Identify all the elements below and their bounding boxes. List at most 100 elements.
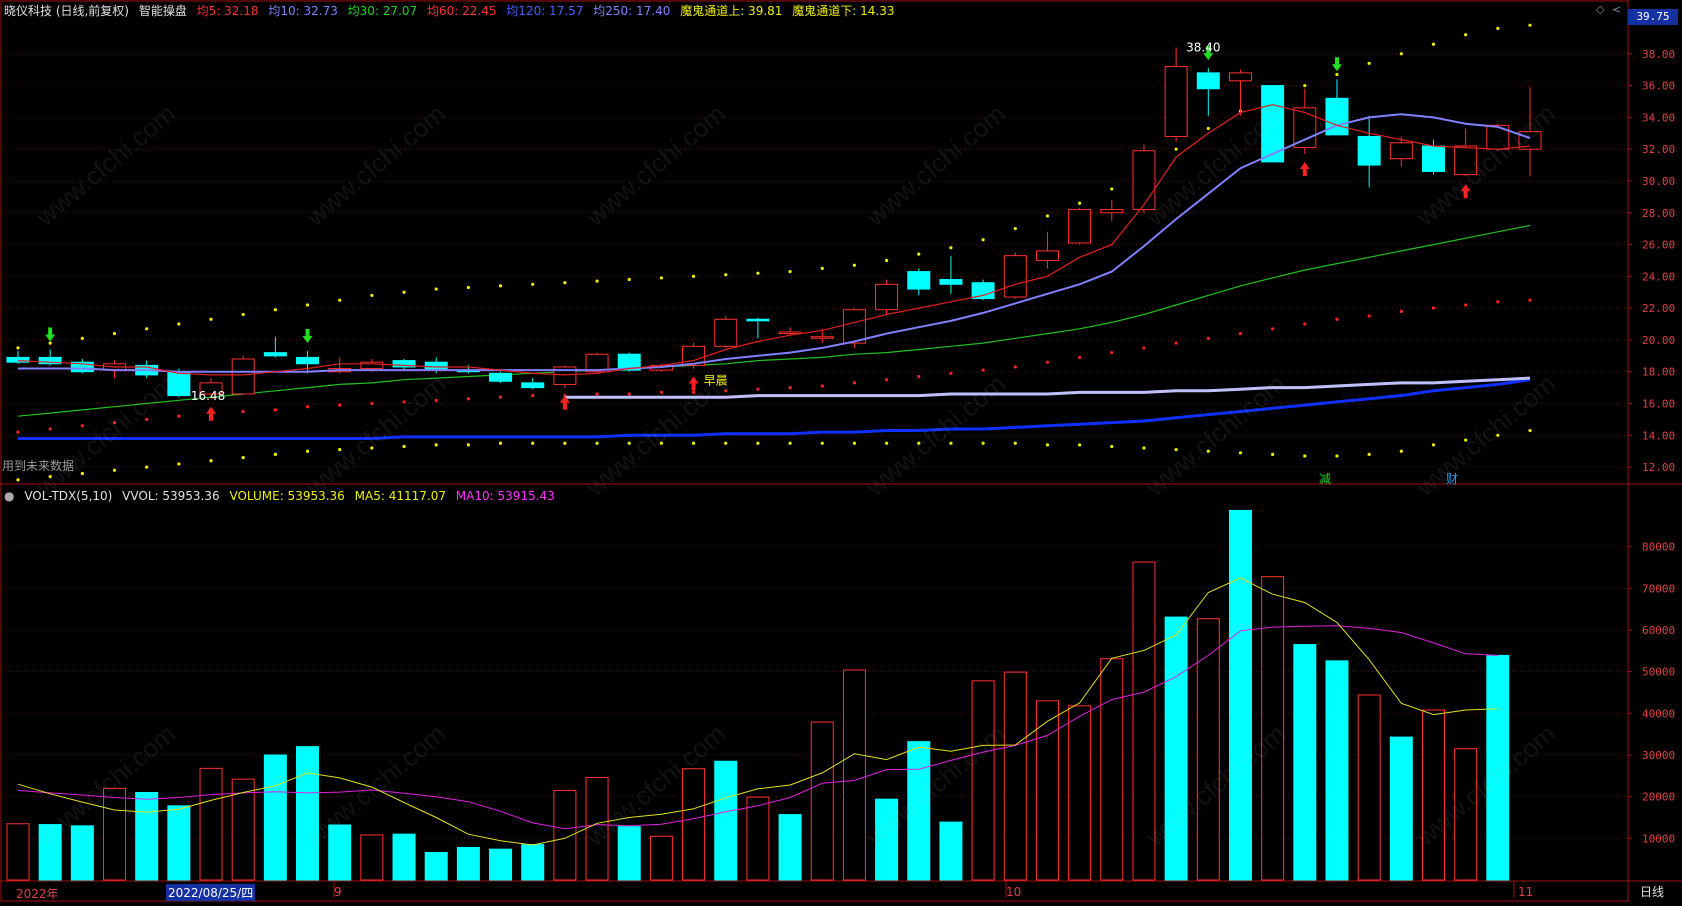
upper-channel-dot xyxy=(1013,227,1017,231)
candle-up xyxy=(1228,72,1252,82)
candle-down xyxy=(296,356,320,365)
mid-channel-dot xyxy=(241,409,245,414)
lower-channel-dot xyxy=(1496,433,1500,437)
high-price-label: 38.40 xyxy=(1186,40,1220,54)
volume-bar-up xyxy=(103,787,127,881)
indicator-name[interactable]: 智能操盘 xyxy=(139,4,187,18)
lower-channel-dot xyxy=(48,475,52,479)
candle-up xyxy=(875,283,899,311)
lower-channel-dot xyxy=(16,478,20,482)
mid-channel-dot xyxy=(691,390,696,394)
price-tick-label: 20.00 xyxy=(1642,334,1675,347)
stock-title[interactable]: 晓仪科技 (日线,前复权) xyxy=(4,4,129,18)
legend-ma120: 均120: 17.57 xyxy=(506,4,584,18)
lower-channel-dot xyxy=(177,462,181,466)
volume-tick-label: 80000 xyxy=(1642,541,1675,554)
mid-channel-dot xyxy=(756,387,760,391)
mid-channel-dot xyxy=(1399,309,1403,313)
upper-channel-dot xyxy=(981,238,985,242)
price-tick-label: 28.00 xyxy=(1642,207,1675,220)
mid-channel-dot xyxy=(917,374,921,379)
lower-channel-dot xyxy=(531,441,535,445)
volume-tick-label: 30000 xyxy=(1642,749,1675,762)
lower-channel-dot xyxy=(852,441,857,445)
lower-channel-dot xyxy=(1206,449,1210,453)
volume-bar-up xyxy=(1100,658,1124,881)
upper-channel-dot xyxy=(1335,72,1339,77)
period-daily-button[interactable]: 日线 xyxy=(1634,883,1670,900)
candle-up xyxy=(1164,66,1188,137)
lower-channel-dot xyxy=(434,443,438,447)
volume-bar-down xyxy=(617,826,641,881)
lower-channel-dot xyxy=(1399,449,1403,453)
candle-up xyxy=(1100,209,1124,214)
upper-channel-dot xyxy=(756,271,760,275)
upper-channel-dot xyxy=(16,346,20,350)
axis-year-label: 2022年 xyxy=(16,887,59,901)
vol-ma10: MA10: 53915.43 xyxy=(455,489,555,503)
buy-arrow-icon xyxy=(688,376,699,391)
upper-channel-dot xyxy=(1464,33,1468,37)
upper-channel-dot xyxy=(724,273,728,277)
chart-canvas[interactable]: 12.00 14.00 16.00 18.00 20.00 22.00 24.00 26.00… xyxy=(0,0,1682,902)
volume-bar-up xyxy=(360,834,384,881)
upper-channel-dot xyxy=(273,308,277,312)
mid-channel-dot xyxy=(402,400,406,404)
lower-channel-dot xyxy=(788,441,792,445)
upper-channel-dot xyxy=(48,341,52,345)
upper-channel-dot xyxy=(145,327,149,331)
flag-reduce[interactable]: 减 xyxy=(1319,470,1331,487)
collapse-dot-icon[interactable]: ● xyxy=(4,489,14,503)
volume-bar-down xyxy=(1164,616,1188,881)
candle-up xyxy=(842,309,866,344)
diamond-icon[interactable]: ◇ xyxy=(1596,3,1604,16)
candle-up xyxy=(1454,145,1478,176)
upper-channel-dot xyxy=(241,312,245,317)
legend-channel-up: 魔鬼通道上: 39.81 xyxy=(680,4,783,18)
buy-arrow-icon xyxy=(1299,161,1310,176)
upper-channel-dot xyxy=(1367,61,1371,65)
candle-down xyxy=(167,371,191,397)
price-tick-label: 16.00 xyxy=(1642,398,1675,411)
chevron-left-icon[interactable]: < xyxy=(1612,3,1621,16)
vol-indicator-name[interactable]: VOL-TDX(5,10) xyxy=(24,489,112,503)
candle-down xyxy=(1357,135,1381,166)
mid-channel-dot xyxy=(1367,314,1371,318)
volume-bar-down xyxy=(489,848,513,881)
mid-channel-dot xyxy=(1110,351,1114,355)
volume-bar-down xyxy=(38,824,62,881)
mid-channel-dot xyxy=(1464,303,1468,307)
candle-up xyxy=(360,361,384,370)
lower-channel-dot xyxy=(1335,454,1339,458)
lower-channel-dot xyxy=(659,441,664,445)
candle-up xyxy=(231,358,255,395)
candle-down xyxy=(939,279,963,285)
price-tick-label: 36.00 xyxy=(1642,80,1675,93)
upper-channel-dot xyxy=(691,274,696,278)
upper-channel-dot xyxy=(466,285,470,290)
candle-up xyxy=(1389,142,1413,160)
flag-finance[interactable]: 财 xyxy=(1446,470,1458,487)
mid-channel-dot xyxy=(112,420,117,425)
last-price-badge: 39.75 xyxy=(1628,9,1678,25)
lower-channel-dot xyxy=(145,465,149,469)
mid-channel-dot xyxy=(659,390,664,394)
volume-bar-down xyxy=(778,814,802,881)
price-tick-label: 12.00 xyxy=(1642,461,1675,474)
mid-channel-dot xyxy=(1431,306,1436,310)
volume-bar-up xyxy=(810,721,834,881)
volume-bar-up xyxy=(842,669,866,881)
price-tick-label: 26.00 xyxy=(1642,239,1675,252)
legend-ma5: 均5: 32.18 xyxy=(196,4,259,18)
buy-arrow-icon xyxy=(1460,184,1471,199)
volume-bar-up xyxy=(971,680,995,881)
mid-channel-dot xyxy=(627,392,631,396)
mid-channel-dot xyxy=(724,389,728,393)
candle-down xyxy=(1196,72,1220,90)
mid-channel-dot xyxy=(48,427,52,431)
mid-channel-dot xyxy=(1045,360,1050,364)
volume-bar-down xyxy=(456,847,480,881)
volume-bar-down xyxy=(70,825,94,881)
mid-channel-dot xyxy=(338,403,342,407)
volume-bar-down xyxy=(1486,654,1510,881)
